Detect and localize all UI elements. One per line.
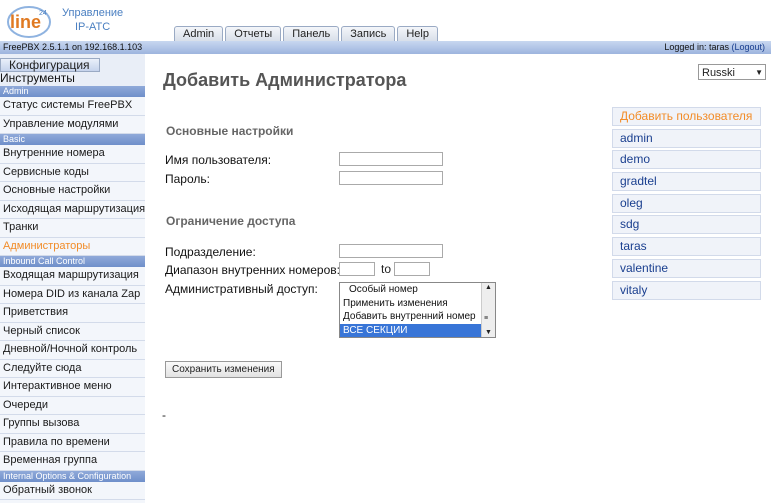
sidebar-item[interactable]: Дневной/Ночной контроль bbox=[0, 341, 145, 360]
sidebar-section-header: Admin bbox=[0, 86, 145, 97]
login-status: Logged in: taras (Logout) bbox=[664, 41, 765, 54]
svg-text:line: line bbox=[10, 12, 41, 32]
admin-access-listbox[interactable]: Особый номер Применить изменения Добавит… bbox=[339, 282, 496, 338]
config-tab[interactable]: Конфигурация bbox=[0, 58, 100, 72]
add-user-link[interactable]: Добавить пользователя bbox=[612, 107, 761, 126]
sidebar-item[interactable]: Основные настройки bbox=[0, 182, 145, 201]
sidebar-item[interactable]: Внутренние номера bbox=[0, 145, 145, 164]
sidebar-item[interactable]: Интерактивное меню bbox=[0, 378, 145, 397]
sidebar-item[interactable]: Исходящая маршрутизация bbox=[0, 200, 145, 219]
scroll-thumb-icon[interactable]: ≡ bbox=[484, 315, 488, 322]
sidebar-item[interactable]: Входящая маршрутизация bbox=[0, 267, 145, 286]
sidebar-section-header: Basic bbox=[0, 134, 145, 145]
user-item[interactable]: admin bbox=[612, 128, 761, 148]
logged-in-text: Logged in: taras bbox=[664, 42, 729, 52]
app-title: Управление IP-ATC bbox=[62, 6, 123, 34]
language-select[interactable]: Russki ▼ bbox=[698, 64, 766, 80]
sidebar-item[interactable]: Следуйте сюда bbox=[0, 359, 145, 378]
sidebar-item[interactable]: Номера DID из канала Zap bbox=[0, 285, 145, 304]
user-item[interactable]: vitaly bbox=[612, 280, 761, 300]
status-bar: FreePBX 2.5.1.1 on 192.168.1.103 Logged … bbox=[0, 41, 771, 54]
access-option[interactable]: Особый номер bbox=[340, 283, 495, 297]
tab-reports[interactable]: Отчеты bbox=[225, 26, 282, 42]
user-item[interactable]: sdg bbox=[612, 215, 761, 235]
department-label: Подразделение: bbox=[165, 245, 256, 259]
username-label: Имя пользователя: bbox=[165, 153, 272, 167]
access-option[interactable]: Применить изменения bbox=[340, 297, 495, 311]
tools-tab[interactable]: Инструменты bbox=[0, 71, 75, 85]
department-input[interactable] bbox=[339, 244, 443, 258]
scroll-down-icon[interactable]: ▼ bbox=[485, 329, 492, 336]
sidebar-section-header: Internal Options & Configuration bbox=[0, 470, 145, 482]
save-button[interactable]: Сохранить изменения bbox=[165, 361, 282, 378]
sidebar-item[interactable]: Управление модулями bbox=[0, 115, 145, 134]
user-item[interactable]: gradtel bbox=[612, 172, 761, 192]
page-title: Добавить Администратора bbox=[163, 70, 407, 90]
password-label: Пароль: bbox=[165, 172, 210, 186]
sidebar-item[interactable]: Сервисные коды bbox=[0, 163, 145, 182]
access-restriction-heading: Ограничение доступа bbox=[166, 214, 296, 228]
top-tabs: Admin Отчеты Панель Запись Help bbox=[174, 26, 438, 42]
sidebar: Конфигурация Инструменты Admin Статус сис… bbox=[0, 54, 145, 503]
sidebar-item[interactable]: Администраторы bbox=[0, 237, 145, 256]
admin-access-label: Административный доступ: bbox=[165, 282, 318, 296]
user-item[interactable]: demo bbox=[612, 150, 761, 170]
to-label: to bbox=[381, 262, 392, 276]
app-title-line1: Управление bbox=[62, 7, 124, 19]
user-item[interactable]: oleg bbox=[612, 193, 761, 213]
chevron-down-icon: ▼ bbox=[755, 68, 763, 77]
password-input[interactable] bbox=[339, 171, 443, 185]
listbox-scrollbar[interactable]: ▲ ≡ ▼ bbox=[481, 283, 495, 337]
tab-admin[interactable]: Admin bbox=[174, 26, 224, 42]
version-text: FreePBX 2.5.1.1 on 192.168.1.103 bbox=[3, 42, 143, 52]
tab-panel[interactable]: Панель bbox=[283, 26, 340, 42]
ext-range-to-input[interactable] bbox=[394, 262, 430, 276]
sidebar-item[interactable]: Черный список bbox=[0, 322, 145, 341]
tab-recordings[interactable]: Запись bbox=[341, 26, 396, 42]
sidebar-section-header: Inbound Call Control bbox=[0, 256, 145, 267]
tab-help[interactable]: Help bbox=[397, 26, 438, 42]
line24-logo: line 24 bbox=[7, 6, 51, 38]
language-value: Russki bbox=[702, 67, 736, 79]
logout-link[interactable]: (Logout) bbox=[731, 42, 765, 52]
basic-settings-heading: Основные настройки bbox=[166, 124, 294, 138]
sidebar-item[interactable]: Правила по времени bbox=[0, 433, 145, 452]
username-input[interactable] bbox=[339, 152, 443, 166]
app-title-line2: IP-ATC bbox=[74, 21, 111, 33]
user-item[interactable]: taras bbox=[612, 237, 761, 257]
sidebar-item[interactable]: Статус системы FreePBX bbox=[0, 97, 145, 116]
footer-dash: - bbox=[162, 408, 166, 422]
user-list: Добавить пользователя admin demo gradtel ol… bbox=[612, 107, 761, 302]
access-option-selected[interactable]: ВСЕ СЕКЦИИ bbox=[340, 323, 495, 337]
sidebar-item[interactable]: Временная группа bbox=[0, 452, 145, 471]
sidebar-menu: Admin Статус системы FreePBX Управление мо… bbox=[0, 86, 145, 503]
sidebar-item[interactable]: Приветствия bbox=[0, 304, 145, 323]
scroll-up-icon[interactable]: ▲ bbox=[485, 284, 492, 291]
sidebar-item[interactable]: Группы вызова bbox=[0, 415, 145, 434]
sidebar-item[interactable]: Транки bbox=[0, 219, 145, 238]
ext-range-label: Диапазон внутренних номеров: bbox=[165, 263, 340, 277]
access-option[interactable]: Добавить внутренний номер bbox=[340, 310, 495, 324]
sidebar-item[interactable]: Очереди bbox=[0, 396, 145, 415]
sidebar-item[interactable]: Обратный звонок bbox=[0, 481, 145, 500]
ext-range-from-input[interactable] bbox=[339, 262, 375, 276]
user-item[interactable]: valentine bbox=[612, 258, 761, 278]
svg-text:24: 24 bbox=[39, 10, 47, 17]
